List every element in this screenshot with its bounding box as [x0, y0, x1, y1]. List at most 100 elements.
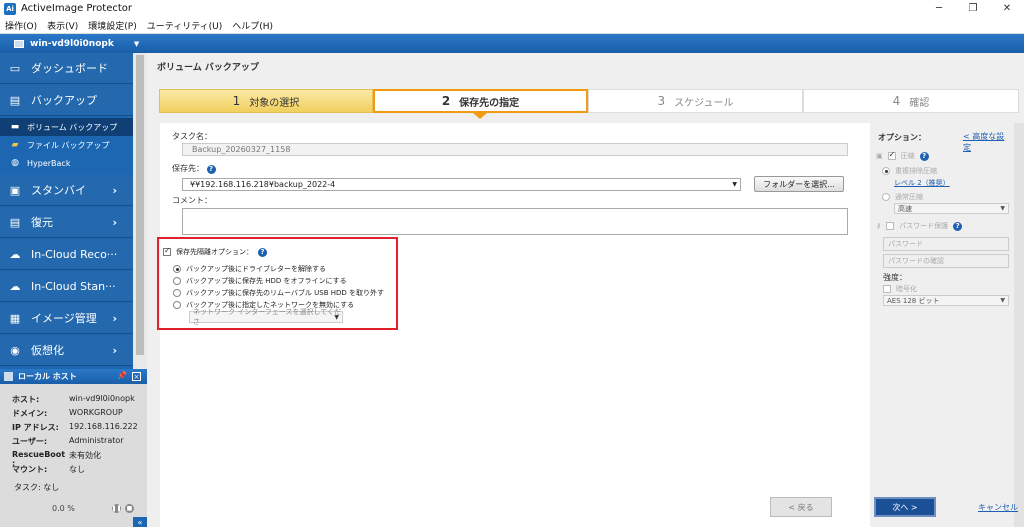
sidebar-item-volume-backup[interactable]: ▬ ボリューム バックアップ	[0, 118, 133, 136]
info-value: なし	[69, 465, 85, 474]
encrypt-value: AES 128 ビット	[887, 296, 940, 305]
network-interface-select[interactable]: ネットワーク インターフェースを選択してくださ ▼	[189, 308, 343, 326]
compress-label: 圧縮	[900, 152, 915, 160]
wizard-step-select-target[interactable]: 1 対象の選択	[159, 89, 373, 113]
dedupe-level-link[interactable]: レベル 2（推奨）	[894, 178, 950, 188]
info-value: Administrator	[69, 436, 124, 445]
destination-select[interactable]: ¥¥192.168.116.218¥backup_2022-4 ▼	[182, 178, 741, 191]
cancel-link[interactable]: キャンセル	[978, 502, 1018, 513]
scrollbar-thumb[interactable]	[136, 55, 144, 355]
local-host-title: ローカル ホスト	[18, 372, 77, 381]
wizard-step-schedule[interactable]: 3 スケジュール	[588, 89, 803, 113]
menu-operation[interactable]: 操作(O)	[0, 19, 42, 32]
encrypt-algorithm-select[interactable]: AES 128 ビット ▼	[883, 295, 1009, 306]
menu-view[interactable]: 表示(V)	[42, 19, 83, 32]
help-icon[interactable]: ?	[919, 151, 929, 161]
sidebar-item-file-backup[interactable]: ▰ ファイル バックアップ	[0, 136, 133, 154]
encrypt-option[interactable]: 暗号化	[883, 284, 917, 294]
help-icon[interactable]: ?	[953, 221, 963, 231]
key-icon: ⚷	[876, 222, 882, 230]
task-name-label: タスク名：	[172, 132, 212, 141]
info-key: マウント:	[12, 465, 48, 474]
main-content: ボリューム バックアップ 1 対象の選択 2 保存先の指定 3 スケジュール 4…	[147, 53, 1024, 527]
cloud-icon: ☁	[9, 247, 21, 261]
radio-button[interactable]	[173, 301, 181, 309]
password-option[interactable]: ⚷ パスワード保護 ?	[876, 221, 963, 231]
password-confirm-field[interactable]: パスワードの確認	[883, 254, 1009, 268]
options-scrollbar[interactable]	[1014, 123, 1024, 527]
pause-icon[interactable]: ❚❚	[111, 504, 122, 513]
sidebar-item-image-management[interactable]: ▦ イメージ管理 ›	[0, 303, 133, 334]
radio-button[interactable]	[882, 193, 890, 201]
volume-icon: ▬	[10, 122, 20, 132]
radio-button[interactable]	[173, 289, 181, 297]
close-icon[interactable]: ×	[132, 372, 141, 381]
isolation-option-toggle[interactable]: 保存先隔離オプション： ?	[163, 246, 267, 257]
dedupe-compress-option[interactable]: 重複排除圧縮	[882, 166, 937, 176]
password-field[interactable]: パスワード	[883, 237, 1009, 251]
sidebar-item-label: In-Cloud Reco···	[31, 247, 118, 261]
sidebar-scrollbar[interactable]	[133, 53, 147, 369]
chevron-down-icon[interactable]: ▼	[134, 40, 139, 48]
isolation-radio-drive-letter[interactable]: バックアップ後にドライブレターを解除する	[173, 264, 326, 274]
wizard-step-destination[interactable]: 2 保存先の指定	[373, 89, 588, 113]
collapse-sidebar-button[interactable]: «	[133, 517, 147, 527]
radio-button[interactable]	[173, 265, 181, 273]
info-value: 192.168.116.222	[69, 422, 138, 431]
isolation-checkbox[interactable]	[163, 246, 171, 256]
wizard-step-confirm[interactable]: 4 確認	[803, 89, 1019, 113]
step-label: 対象の選択	[249, 97, 300, 109]
help-icon[interactable]: ?	[258, 247, 267, 257]
help-icon[interactable]: ?	[206, 164, 216, 174]
chevron-down-icon[interactable]: ▼	[732, 181, 737, 188]
normal-compress-option[interactable]: 通常圧縮	[882, 192, 923, 202]
sidebar-item-incloud-standby[interactable]: ☁ In-Cloud Stan···	[0, 271, 133, 302]
sidebar-item-virtualization[interactable]: ◉ 仮想化 ›	[0, 335, 133, 366]
stop-icon[interactable]: ■	[125, 504, 134, 513]
encrypt-checkbox[interactable]	[883, 285, 891, 293]
restore-button[interactable]: ❐	[956, 0, 990, 17]
host-info-row: ホスト: win-vd9l0i0nopk	[12, 394, 135, 405]
sidebar-item-hyperback[interactable]: ◍ HyperBack	[0, 154, 133, 172]
menu-settings[interactable]: 環境設定(P)	[83, 19, 141, 32]
host-selector[interactable]: win-vd9l0i0nopk ▼	[0, 34, 1024, 53]
computer-icon	[4, 372, 13, 381]
comment-field[interactable]	[182, 208, 848, 235]
radio-label: バックアップ後にドライブレターを解除する	[186, 265, 326, 273]
menu-utility[interactable]: ユーティリティ(U)	[142, 19, 228, 32]
sidebar-item-backup[interactable]: ▤ バックアップ	[0, 85, 133, 116]
password-checkbox[interactable]	[886, 222, 895, 230]
minimize-button[interactable]: ─	[922, 0, 956, 17]
step-number: 4	[892, 94, 901, 108]
radio-button[interactable]	[882, 167, 890, 175]
step-number: 2	[441, 94, 451, 108]
sidebar-item-dashboard[interactable]: ▭ ダッシュボード	[0, 53, 133, 84]
menu-help[interactable]: ヘルプ(H)	[227, 19, 278, 32]
progress-percent: 0.0 %	[52, 504, 75, 513]
compress-speed-select[interactable]: 高速 ▼	[894, 203, 1009, 214]
sidebar-item-standby[interactable]: ▣ スタンバイ ›	[0, 175, 133, 206]
back-button[interactable]: < 戻る	[770, 497, 832, 517]
isolation-radio-hdd-offline[interactable]: バックアップ後に保存先 HDD をオフラインにする	[173, 276, 347, 286]
speed-value: 高速	[898, 204, 912, 213]
step-number: 1	[232, 94, 241, 108]
chevron-down-icon[interactable]: ▼	[1000, 205, 1005, 212]
close-button[interactable]: ✕	[990, 0, 1024, 17]
encrypt-label: 暗号化	[896, 285, 917, 293]
pin-icon[interactable]: 📌	[117, 371, 127, 380]
compress-checkbox[interactable]	[887, 150, 896, 160]
host-name: win-vd9l0i0nopk	[30, 38, 114, 49]
sidebar-item-label: スタンバイ	[31, 184, 86, 197]
next-button[interactable]: 次へ >	[874, 497, 936, 517]
radio-button[interactable]	[173, 277, 181, 285]
task-name-field[interactable]: Backup_20260327_1158	[182, 143, 848, 156]
chevron-down-icon[interactable]: ▼	[334, 314, 339, 321]
browse-folder-button[interactable]: フォルダーを選択...	[754, 176, 844, 192]
compress-option[interactable]: ▣ 圧縮 ?	[876, 150, 929, 161]
sidebar-item-incloud-recovery[interactable]: ☁ In-Cloud Reco···	[0, 239, 133, 270]
sidebar-item-label: イメージ管理	[31, 312, 97, 325]
advanced-settings-link[interactable]: < 高度な設定	[963, 131, 1012, 153]
chevron-down-icon[interactable]: ▼	[1000, 297, 1005, 304]
sidebar-item-restore[interactable]: ▤ 復元 ›	[0, 207, 133, 238]
isolation-radio-usb-eject[interactable]: バックアップ後に保存先のリムーバブル USB HDD を取り外す	[173, 288, 384, 298]
